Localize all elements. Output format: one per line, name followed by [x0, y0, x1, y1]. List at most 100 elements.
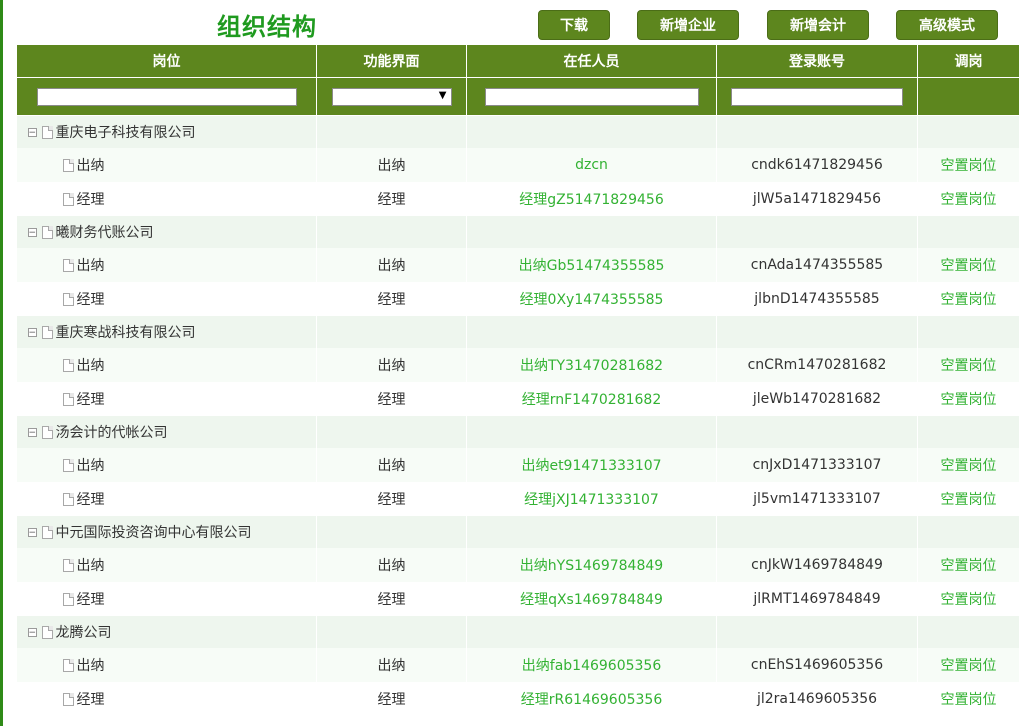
add-accountant-button[interactable]: 新增会计	[767, 10, 869, 40]
staff-link[interactable]: 经理rnF1470281682	[522, 392, 662, 408]
position-row[interactable]: 出纳 出纳 出纳Gb51474355585 cnAda1474355585 空置岗位	[16, 248, 1019, 282]
position-cell: 经理	[16, 282, 317, 316]
position-name: 经理	[76, 292, 105, 308]
staff-link[interactable]: 出纳TY31470281682	[520, 358, 663, 374]
staff-cell: 出纳TY31470281682	[466, 348, 717, 382]
minus-box-icon[interactable]: −	[27, 627, 37, 637]
column-header-staff[interactable]: 在任人员	[466, 44, 717, 78]
position-row[interactable]: 经理 经理 经理qXs1469784849 jlRMT1469784849 空置岗位	[16, 582, 1019, 616]
staff-filter-input[interactable]	[484, 88, 699, 107]
position-row[interactable]: 出纳 出纳 出纳et91471333107 cnJxD1471333107 空置岗位	[16, 448, 1019, 482]
vacate-position-link[interactable]: 空置岗位	[941, 658, 997, 674]
vacate-position-link[interactable]: 空置岗位	[941, 592, 997, 608]
vacate-position-link[interactable]: 空置岗位	[941, 358, 997, 374]
position-row[interactable]: 出纳 出纳 dzcn cndk61471829456 空置岗位	[16, 148, 1019, 182]
transfer-cell: 空置岗位	[917, 382, 1019, 416]
position-name: 出纳	[76, 458, 105, 474]
minus-box-icon[interactable]: −	[27, 227, 37, 237]
account-cell: jlRMT1469784849	[716, 582, 918, 616]
company-row[interactable]: − 重庆寒战科技有限公司	[16, 316, 1019, 348]
function-cell: 经理	[316, 682, 467, 716]
minus-box-icon[interactable]: −	[27, 527, 37, 537]
column-header-transfer[interactable]: 调岗	[917, 44, 1019, 78]
vacate-position-link[interactable]: 空置岗位	[941, 458, 997, 474]
staff-link[interactable]: 经理gZ51471829456	[519, 192, 663, 208]
account-cell: cnCRm1470281682	[716, 348, 918, 382]
position-row[interactable]: 出纳 出纳 出纳hYS1469784849 cnJkW1469784849 空置岗位	[16, 548, 1019, 582]
vacate-position-link[interactable]: 空置岗位	[941, 492, 997, 508]
function-cell: 经理	[316, 482, 467, 516]
staff-cell: 经理qXs1469784849	[466, 582, 717, 616]
position-row[interactable]: 出纳 出纳 出纳fab1469605356 cnEhS1469605356 空置岗位	[16, 648, 1019, 682]
company-name-cell: − 汤会计的代帐公司	[16, 416, 317, 448]
vacate-position-link[interactable]: 空置岗位	[941, 392, 997, 408]
position-name: 经理	[76, 692, 105, 708]
minus-box-icon[interactable]: −	[27, 127, 37, 137]
company-account-cell	[716, 616, 918, 648]
advanced-mode-button[interactable]: 高级模式	[896, 10, 998, 40]
company-row[interactable]: − 龙腾公司	[16, 616, 1019, 648]
minus-box-icon[interactable]: −	[27, 427, 37, 437]
document-icon	[41, 125, 53, 139]
document-icon	[62, 658, 74, 672]
staff-cell: 经理jXJ1471333107	[466, 482, 717, 516]
company-account-cell	[716, 216, 918, 248]
company-row[interactable]: − 曦财务代账公司	[16, 216, 1019, 248]
minus-box-icon[interactable]: −	[27, 327, 37, 337]
company-row[interactable]: − 中元国际投资咨询中心有限公司	[16, 516, 1019, 548]
staff-link[interactable]: 经理qXs1469784849	[520, 592, 663, 608]
staff-link[interactable]: 出纳fab1469605356	[522, 658, 661, 674]
company-name-cell: − 重庆电子科技有限公司	[16, 115, 317, 148]
column-header-account[interactable]: 登录账号	[716, 44, 918, 78]
transfer-cell: 空置岗位	[917, 448, 1019, 482]
org-table: 岗位 功能界面 在任人员 登录账号 调岗 ▼ − 重庆电子科技有限公司 出纳 出…	[16, 44, 1019, 716]
position-row[interactable]: 经理 经理 经理rnF1470281682 jleWb1470281682 空置岗位	[16, 382, 1019, 416]
vacate-position-link[interactable]: 空置岗位	[941, 558, 997, 574]
staff-link[interactable]: 经理0Xy1474355585	[520, 292, 664, 308]
column-header-position[interactable]: 岗位	[16, 44, 317, 78]
staff-link[interactable]: 经理jXJ1471333107	[524, 492, 659, 508]
function-cell: 出纳	[316, 548, 467, 582]
staff-link[interactable]: 出纳et91471333107	[521, 458, 661, 474]
column-header-function[interactable]: 功能界面	[316, 44, 467, 78]
company-name-cell: − 龙腾公司	[16, 616, 317, 648]
add-company-button[interactable]: 新增企业	[637, 10, 739, 40]
position-name: 出纳	[76, 258, 105, 274]
position-row[interactable]: 经理 经理 经理0Xy1474355585 jlbnD1474355585 空置岗位	[16, 282, 1019, 316]
position-row[interactable]: 出纳 出纳 出纳TY31470281682 cnCRm1470281682 空置岗位	[16, 348, 1019, 382]
document-icon	[41, 325, 53, 339]
staff-link[interactable]: 经理rR61469605356	[521, 692, 662, 708]
account-filter-input[interactable]	[731, 88, 903, 107]
vacate-position-link[interactable]: 空置岗位	[941, 158, 997, 174]
staff-cell: 经理gZ51471829456	[466, 182, 717, 216]
company-transfer-cell	[917, 416, 1019, 448]
company-name-cell: − 中元国际投资咨询中心有限公司	[16, 516, 317, 548]
position-row[interactable]: 经理 经理 经理jXJ1471333107 jl5vm1471333107 空置岗位	[16, 482, 1019, 516]
company-row[interactable]: − 重庆电子科技有限公司	[16, 115, 1019, 148]
header-row: 岗位 功能界面 在任人员 登录账号 调岗	[16, 44, 1019, 78]
account-cell: cnJxD1471333107	[716, 448, 918, 482]
vacate-position-link[interactable]: 空置岗位	[941, 258, 997, 274]
vacate-position-link[interactable]: 空置岗位	[941, 192, 997, 208]
company-account-cell	[716, 416, 918, 448]
company-name: 龙腾公司	[55, 625, 112, 641]
company-transfer-cell	[917, 616, 1019, 648]
caret-down-icon: ▼	[438, 90, 447, 102]
download-button[interactable]: 下载	[538, 10, 610, 40]
staff-link[interactable]: 出纳Gb51474355585	[519, 258, 665, 274]
position-filter-input[interactable]	[36, 88, 297, 107]
company-function-cell	[316, 115, 467, 148]
vacate-position-link[interactable]: 空置岗位	[941, 292, 997, 308]
function-cell: 经理	[316, 382, 467, 416]
company-row[interactable]: − 汤会计的代帐公司	[16, 416, 1019, 448]
company-staff-cell	[466, 115, 717, 148]
position-cell: 出纳	[16, 248, 317, 282]
vacate-position-link[interactable]: 空置岗位	[941, 692, 997, 708]
position-row[interactable]: 经理 经理 经理rR61469605356 jl2ra1469605356 空置岗位	[16, 682, 1019, 716]
function-filter-select[interactable]: ▼	[331, 88, 452, 107]
position-name: 经理	[76, 492, 105, 508]
staff-link[interactable]: dzcn	[575, 157, 608, 173]
staff-cell: dzcn	[466, 148, 717, 182]
staff-link[interactable]: 出纳hYS1469784849	[520, 558, 663, 574]
position-row[interactable]: 经理 经理 经理gZ51471829456 jlW5a1471829456 空置岗位	[16, 182, 1019, 216]
